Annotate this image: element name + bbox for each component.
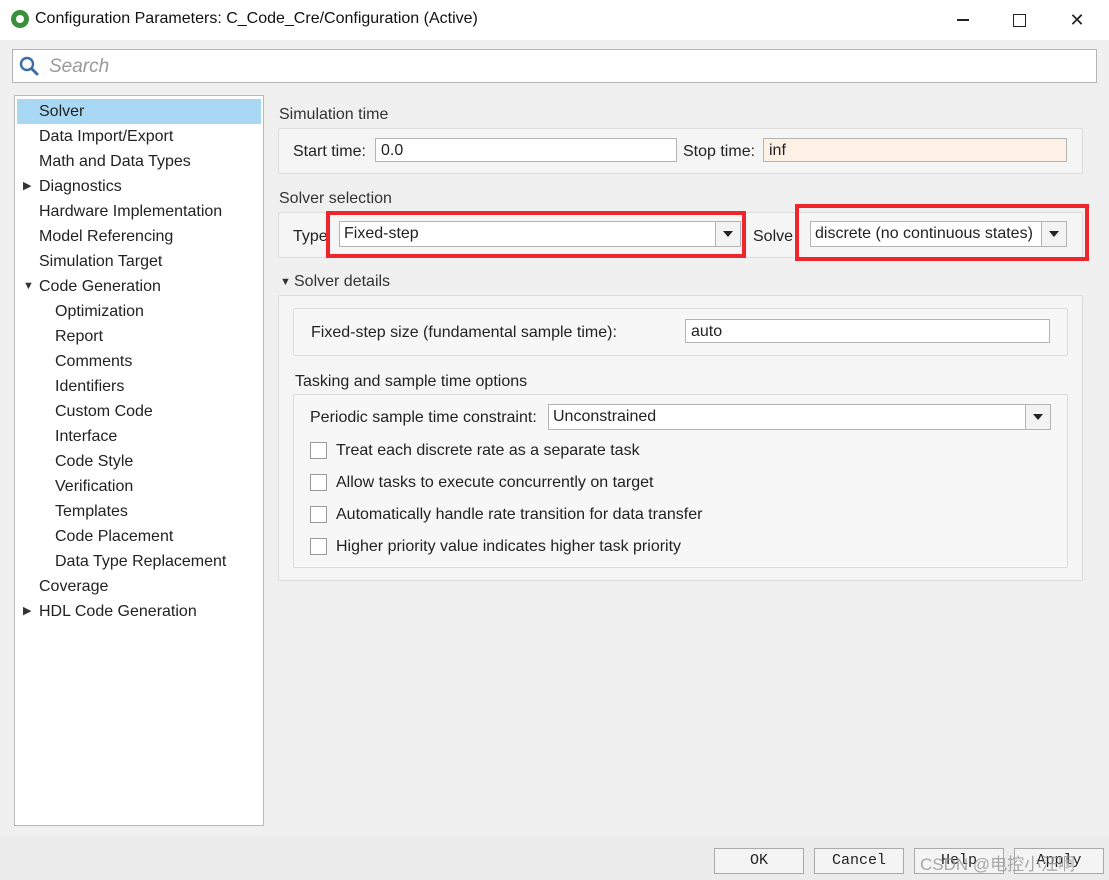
simulation-time-heading: Simulation time [279, 106, 389, 123]
sidebar-item[interactable]: ▶ Diagnostics [17, 174, 261, 199]
checkbox-label: Treat each discrete rate as a separate t… [336, 442, 640, 459]
sidebar-item[interactable]: Data Import/Export [17, 124, 261, 149]
minimize-button[interactable] [940, 4, 986, 36]
sidebar-item[interactable]: Custom Code [17, 399, 261, 424]
tasking-panel: Periodic sample time constraint: Unconst… [293, 394, 1068, 568]
sidebar-item-label: HDL Code Generation [39, 603, 197, 620]
sidebar-item-label: Solver [39, 103, 85, 120]
sidebar-item[interactable]: Interface [17, 424, 261, 449]
start-time-label: Start time: [293, 143, 366, 160]
solver-label: Solve [753, 228, 794, 245]
sidebar-item[interactable]: Optimization [17, 299, 261, 324]
sidebar-item[interactable]: Math and Data Types [17, 149, 261, 174]
type-label: Type [293, 228, 328, 245]
periodic-constraint-value: Unconstrained [553, 408, 657, 425]
tasking-heading: Tasking and sample time options [295, 373, 528, 390]
checkbox[interactable] [310, 506, 327, 523]
sidebar-item-label: Code Generation [39, 278, 161, 295]
highlight-box-solver [795, 204, 1089, 261]
minimize-icon [957, 19, 969, 21]
title-bar: Configuration Parameters: C_Code_Cre/Con… [0, 0, 1109, 40]
fixed-step-panel: Fixed-step size (fundamental sample time… [293, 308, 1068, 356]
solver-selection-heading: Solver selection [279, 190, 392, 207]
checkbox-label: Higher priority value indicates higher t… [336, 538, 682, 555]
sidebar-item[interactable]: Comments [17, 349, 261, 374]
sidebar-item[interactable]: Identifiers [17, 374, 261, 399]
sidebar-item-label: Code Style [55, 453, 134, 470]
periodic-label: Periodic sample time constraint: [310, 409, 537, 426]
sidebar-item-label: Report [55, 328, 104, 345]
window-title: Configuration Parameters: C_Code_Cre/Con… [35, 10, 478, 27]
sidebar-item-label: Hardware Implementation [39, 203, 223, 220]
stop-time-label: Stop time: [683, 143, 756, 160]
simulink-gear-icon [11, 10, 29, 28]
checkbox[interactable] [310, 442, 327, 459]
sidebar-item[interactable]: Data Type Replacement [17, 549, 261, 574]
sidebar-item[interactable]: ▼ Code Generation [17, 274, 261, 299]
sidebar-item[interactable]: Templates [17, 499, 261, 524]
sidebar-item-label: Optimization [55, 303, 144, 320]
close-icon: ✕ [1069, 9, 1085, 30]
cancel-button[interactable]: Cancel [814, 848, 904, 874]
checkbox-label: Automatically handle rate transition for… [336, 506, 703, 523]
category-tree: Solver Data Import/Export Math and Data Ty… [14, 95, 264, 826]
stop-time-field[interactable]: inf [763, 138, 1067, 162]
start-time-field[interactable]: 0.0 [375, 138, 677, 162]
search-icon [19, 56, 39, 76]
expanded-triangle-icon[interactable]: ▼ [280, 276, 291, 288]
main-panel: Simulation time Start time: 0.0 Stop tim… [270, 90, 1100, 830]
sidebar-item-label: Diagnostics [39, 178, 122, 195]
sidebar-item-label: Coverage [39, 578, 109, 595]
sidebar-item-label: Templates [55, 503, 128, 520]
sidebar-item-label: Simulation Target [39, 253, 163, 270]
sidebar-item[interactable]: Model Referencing [17, 224, 261, 249]
sidebar-item-label: Data Type Replacement [55, 553, 227, 570]
sidebar-item[interactable]: Report [17, 324, 261, 349]
sidebar-item-label: Code Placement [55, 528, 174, 545]
ok-button[interactable]: OK [714, 848, 804, 874]
fixed-step-label: Fixed-step size (fundamental sample time… [311, 324, 617, 341]
sidebar-item-label: Identifiers [55, 378, 125, 395]
collapsed-triangle-icon[interactable]: ▶ [23, 599, 31, 624]
fixed-step-field[interactable]: auto [685, 319, 1050, 343]
close-button[interactable]: ✕ [1054, 4, 1100, 36]
sidebar-item[interactable]: Coverage [17, 574, 261, 599]
watermark: CSDN @电控小汪啊 [920, 855, 1076, 874]
highlight-box-type [326, 211, 746, 258]
search-input[interactable] [47, 54, 1091, 80]
sidebar-item[interactable]: Code Placement [17, 524, 261, 549]
sidebar-item-label: Math and Data Types [39, 153, 191, 170]
solver-details-heading[interactable]: Solver details [294, 273, 390, 291]
sidebar-item[interactable]: ▶ HDL Code Generation [17, 599, 261, 624]
sidebar-item[interactable]: Code Style [17, 449, 261, 474]
simulation-time-panel: Start time: 0.0 Stop time: inf [278, 128, 1083, 174]
sidebar-item-label: Model Referencing [39, 228, 174, 245]
checkbox[interactable] [310, 538, 327, 555]
sidebar-item-label: Verification [55, 478, 134, 495]
dropdown-arrow-icon[interactable] [1025, 405, 1050, 429]
solver-details-panel: Fixed-step size (fundamental sample time… [278, 295, 1083, 581]
sidebar-item[interactable]: Hardware Implementation [17, 199, 261, 224]
maximize-icon [1012, 13, 1026, 27]
checkbox[interactable] [310, 474, 327, 491]
sidebar-item-label: Comments [55, 353, 133, 370]
collapsed-triangle-icon[interactable]: ▶ [23, 174, 31, 199]
expanded-triangle-icon[interactable]: ▼ [23, 274, 34, 299]
maximize-button[interactable] [996, 4, 1042, 36]
sidebar-item-label: Custom Code [55, 403, 153, 420]
sidebar-item-label: Data Import/Export [39, 128, 174, 145]
search-box[interactable] [12, 49, 1097, 83]
sidebar-item[interactable]: Verification [17, 474, 261, 499]
sidebar-item[interactable]: Solver [17, 99, 261, 124]
checkbox-label: Allow tasks to execute concurrently on t… [336, 474, 654, 491]
periodic-constraint-dropdown[interactable]: Unconstrained [548, 404, 1051, 430]
sidebar-item[interactable]: Simulation Target [17, 249, 261, 274]
sidebar-item-label: Interface [55, 428, 118, 445]
